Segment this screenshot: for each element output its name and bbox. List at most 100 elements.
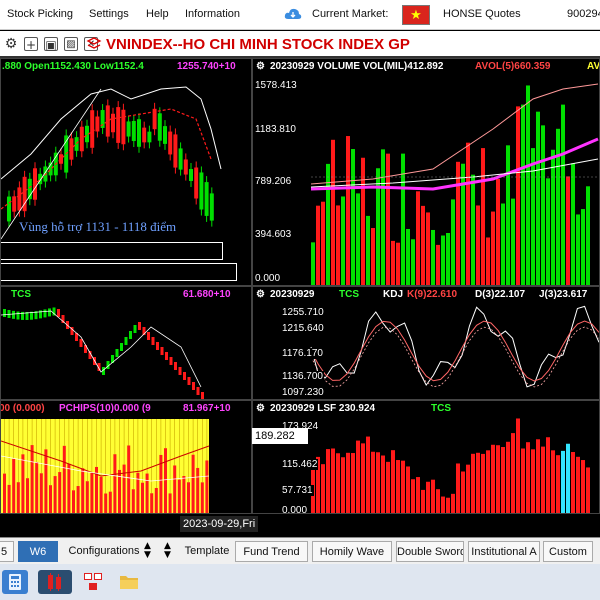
volume-bar xyxy=(506,145,510,285)
volume-bar xyxy=(431,229,435,285)
tcs-bar xyxy=(133,325,137,333)
tcs-bar xyxy=(48,308,51,317)
tcs-bar xyxy=(129,331,132,339)
volume-chart[interactable] xyxy=(253,59,600,286)
pchips-bar xyxy=(12,458,16,513)
maximize-icon[interactable]: ▣ xyxy=(44,37,58,52)
pchips-bar xyxy=(173,465,177,513)
lsf-bar xyxy=(396,460,400,513)
price-panel[interactable]: .880 Open1152.430 Low1152.4 1255.740+10 … xyxy=(0,58,252,286)
lsf-bar xyxy=(471,453,475,513)
honse-quotes-label[interactable]: HONSE Quotes xyxy=(443,8,521,20)
kdj-k-value: K(9)22.610 xyxy=(407,289,458,300)
lsf-bar xyxy=(411,479,415,513)
tcs-bar xyxy=(165,352,168,360)
tab-5[interactable]: 5 xyxy=(0,541,14,562)
tab-template[interactable]: Template xyxy=(180,541,234,562)
network-icon[interactable] xyxy=(80,570,106,594)
kdj-tick: 1255.710 xyxy=(281,307,325,318)
candle-body xyxy=(204,182,209,216)
volume-bar xyxy=(496,178,500,285)
volume-bar xyxy=(586,186,590,285)
image-icon[interactable]: ▨ xyxy=(64,37,78,51)
tab-double-sword[interactable]: Double Sword xyxy=(396,541,464,562)
kdj-panel[interactable]: ⚙ 20230929 TCS KDJ K(9)22.610 D(3)22.107… xyxy=(252,286,600,400)
sort-arrows-icon[interactable]: ▲ ▼ xyxy=(144,542,151,560)
menu-settings[interactable]: Settings xyxy=(89,8,129,20)
tcs-left-panel[interactable]: TCS 61.680+10 xyxy=(0,286,252,400)
lsf-bar xyxy=(526,442,530,513)
candle-body xyxy=(209,193,214,221)
volume-panel[interactable]: ⚙ 20230929 VOLUME VOL(MIL)412.892 AVOL(5… xyxy=(252,58,600,286)
lsf-bar xyxy=(431,479,435,513)
add-icon[interactable]: + xyxy=(24,37,38,52)
tab-w6[interactable]: W6 xyxy=(18,541,58,562)
pchips-bar xyxy=(150,493,154,513)
tab-configurations[interactable]: Configurations xyxy=(62,541,146,562)
gear-icon[interactable]: ⚙ xyxy=(4,37,18,51)
candle-body xyxy=(126,121,131,137)
lsf-bar xyxy=(421,489,425,513)
lsf-bar xyxy=(516,418,520,513)
tcs-bar xyxy=(183,372,186,380)
pchips-bar xyxy=(205,460,209,513)
lsf-bar xyxy=(456,463,460,513)
stock-app-icon[interactable] xyxy=(38,570,72,594)
gear-icon[interactable]: ⚙ xyxy=(256,403,265,419)
pchips-bar xyxy=(58,472,62,513)
candle-body xyxy=(121,109,126,145)
volume-bar xyxy=(426,212,430,285)
candle-body xyxy=(157,113,162,141)
lsf-bar xyxy=(571,452,575,513)
support-box-1 xyxy=(1,242,223,260)
lsf-bar xyxy=(331,448,335,513)
kdj-j-value: J(3)23.617 xyxy=(539,289,588,300)
kdj-label: KDJ xyxy=(383,289,404,300)
pchips-bar xyxy=(72,490,75,513)
volume-bar xyxy=(371,228,375,285)
gear-icon[interactable]: ⚙ xyxy=(256,289,265,305)
candle-body xyxy=(7,196,11,222)
pchips-bar xyxy=(187,482,190,513)
pchips-value: 81.967+10 xyxy=(183,403,231,419)
pchips-bar xyxy=(16,482,20,513)
volume-header-tail: AV xyxy=(587,61,600,72)
gear-icon[interactable]: ⚙ xyxy=(256,61,265,77)
cloud-download-icon[interactable] xyxy=(284,7,302,21)
volume-bar xyxy=(366,215,370,285)
tab-custom[interactable]: Custom xyxy=(543,541,593,562)
vietnam-flag-icon[interactable]: ★ xyxy=(402,5,430,25)
tcs-bar xyxy=(138,322,141,330)
calculator-icon[interactable] xyxy=(2,570,28,594)
pchips-panel[interactable]: 00 (0.000) PCHIPS(10)0.000 (9 81.967+10 xyxy=(0,400,252,514)
pchips-bar xyxy=(81,468,85,513)
volume-bar xyxy=(571,163,575,285)
tcs-bar xyxy=(151,337,155,345)
volume-bar xyxy=(411,239,415,285)
lsf-bar xyxy=(451,493,455,513)
volume-bar xyxy=(406,228,410,285)
volume-bar xyxy=(456,161,460,285)
layers-icon[interactable] xyxy=(86,37,102,51)
lsf-bar xyxy=(561,450,565,513)
lsf-bar xyxy=(496,445,500,513)
lsf-bar xyxy=(436,489,440,513)
tcs-bar xyxy=(147,332,150,340)
tcs-bar xyxy=(124,337,128,345)
tab-fund-trend[interactable]: Fund Trend xyxy=(235,541,308,562)
sort-arrows-icon[interactable]: ▲ ▼ xyxy=(164,542,171,560)
menu-stock-picking[interactable]: Stock Picking xyxy=(7,8,73,20)
lsf-bar xyxy=(541,446,545,513)
pchips-bar xyxy=(49,485,52,513)
lsf-bar xyxy=(321,464,325,513)
volume-header-date: 20230929 VOLUME VOL(MIL)412.892 xyxy=(270,61,444,72)
folder-icon[interactable] xyxy=(116,570,142,594)
menu-information[interactable]: Information xyxy=(185,8,240,20)
tab-institutional[interactable]: Institutional A xyxy=(468,541,540,562)
lsf-panel[interactable]: ⚙ 20230929 LSF 230.924 TCS 173.924 115.4… xyxy=(252,400,600,514)
lsf-bar xyxy=(461,471,465,513)
kdj-tick: 1136.700 xyxy=(281,371,324,382)
tab-homily-wave[interactable]: Homily Wave xyxy=(312,541,392,562)
menu-help[interactable]: Help xyxy=(146,8,169,20)
volume-bar xyxy=(386,153,390,285)
